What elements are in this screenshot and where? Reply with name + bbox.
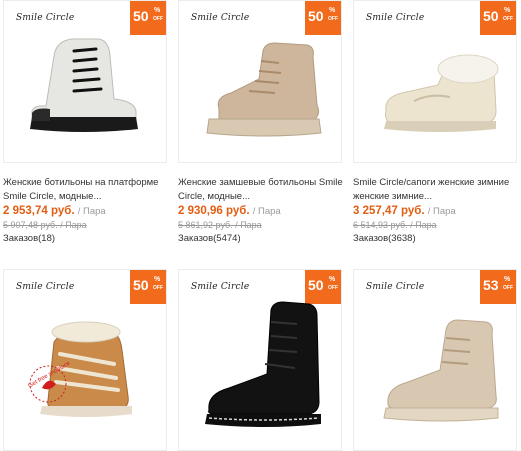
beige-suede-ankle-boot-image xyxy=(383,319,499,422)
old-price: 5 907,48 руб. / Пара xyxy=(3,220,87,230)
brown-lace-up-winter-boot-image xyxy=(40,321,132,417)
beige-suede-boot-image xyxy=(206,42,322,137)
orders-count: Заказов(3638) xyxy=(353,233,416,244)
product-image[interactable]: Smile Circle 50% OFF xyxy=(178,0,342,163)
product-image[interactable]: Smile Circle 50% OFF xyxy=(3,0,167,163)
product-card[interactable]: Smile Circle 50% OFF Smile Circle/сапоги … xyxy=(350,0,521,250)
white-combat-boot-image xyxy=(30,38,138,132)
product-image[interactable]: Smile Circle 50% OFF xyxy=(353,0,517,163)
product-price: 3 257,47 руб. / Пара xyxy=(353,205,456,217)
orders-count: Заказов(18) xyxy=(3,233,56,244)
product-card[interactable]: Smile Circle 53% OFF xyxy=(350,269,521,451)
black-leather-combat-boot-image xyxy=(205,301,321,427)
product-price: 2 930,96 руб. / Пара xyxy=(178,205,281,217)
product-image[interactable]: Smile Circle 50% OFF xyxy=(178,269,342,451)
old-price: 6 514,93 руб. / Пара xyxy=(353,220,437,230)
product-title[interactable]: Smile Circle/сапоги женские зимние женск… xyxy=(353,176,519,204)
fur-lined-loafer-boot-image xyxy=(384,54,499,132)
product-image[interactable]: Smile Circle 53% OFF xyxy=(353,269,517,451)
product-card[interactable]: Smile Circle 50% OFF Женские замшевые бот… xyxy=(175,0,346,250)
product-card[interactable]: Smile Circle 50% OFF Женские ботильоны на… xyxy=(0,0,171,250)
free-shoelace-stamp: Get free shoelace xyxy=(26,360,72,406)
product-card[interactable]: Smile Circle 50% OFF xyxy=(175,269,346,451)
orders-count: Заказов(5474) xyxy=(178,233,241,244)
product-grid: Smile Circle 50% OFF Женские ботильоны на… xyxy=(0,0,521,451)
product-title[interactable]: Женские ботильоны на платформе Smile Cir… xyxy=(3,176,169,204)
product-image[interactable]: Smile Circle 50% OFF Get free shoelace xyxy=(3,269,167,451)
old-price: 5 861,92 руб. / Пара xyxy=(178,220,262,230)
product-title[interactable]: Женские замшевые ботильоны Smile Circle,… xyxy=(178,176,344,204)
product-price: 2 953,74 руб. / Пара xyxy=(3,205,106,217)
product-card[interactable]: Smile Circle 50% OFF Get free shoelace xyxy=(0,269,171,451)
